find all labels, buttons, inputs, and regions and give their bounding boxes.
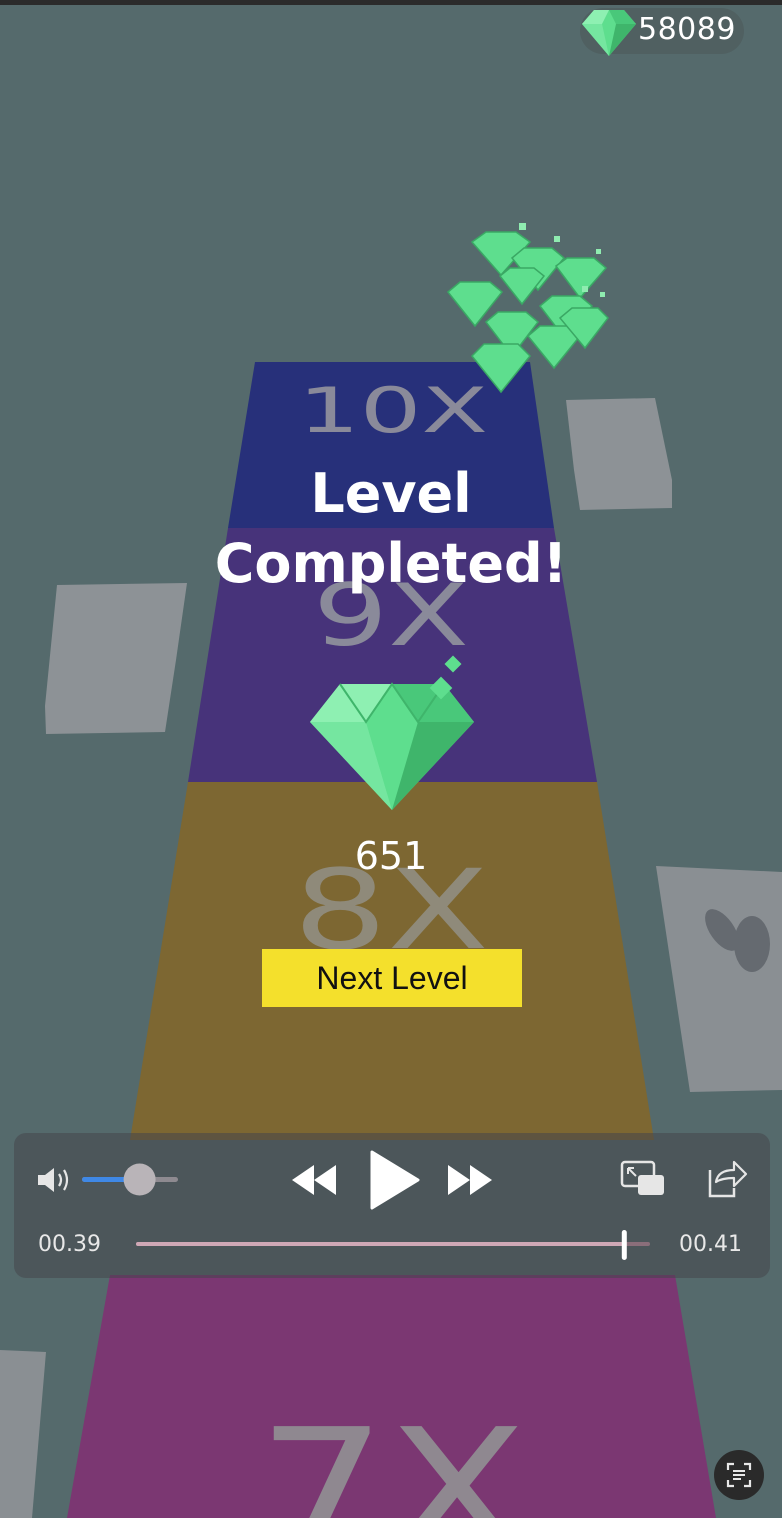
end-time: 00.41 bbox=[679, 1232, 742, 1257]
multiplier-7x: 7X bbox=[257, 1393, 527, 1518]
window-top-edge bbox=[0, 0, 782, 5]
progress-scrubber[interactable] bbox=[134, 1228, 652, 1262]
gem-icon bbox=[582, 10, 636, 56]
share-icon[interactable] bbox=[704, 1158, 748, 1200]
game-scene: 10X 9X 8X 7X bbox=[0, 223, 782, 1518]
live-text-icon bbox=[726, 1462, 752, 1488]
level-completed-title-line1: Level bbox=[310, 462, 472, 525]
multiplier-10x: 10X bbox=[298, 374, 488, 447]
current-time: 00.39 bbox=[38, 1232, 101, 1257]
fast-forward-icon[interactable] bbox=[446, 1163, 494, 1197]
gem-count: 58089 bbox=[638, 12, 736, 47]
progress-fill bbox=[136, 1242, 625, 1246]
volume-slider-knob[interactable] bbox=[123, 1163, 156, 1196]
rewind-icon[interactable] bbox=[290, 1163, 338, 1197]
reward-amount: 651 bbox=[354, 834, 428, 878]
level-completed-title-line2: Completed! bbox=[214, 532, 568, 595]
play-icon[interactable] bbox=[368, 1150, 420, 1210]
side-block bbox=[0, 1350, 46, 1518]
volume-icon[interactable] bbox=[36, 1164, 76, 1196]
progress-playhead[interactable] bbox=[621, 1230, 627, 1260]
volume-slider[interactable] bbox=[82, 1162, 182, 1198]
side-block bbox=[656, 866, 782, 1092]
picture-in-picture-icon[interactable] bbox=[620, 1160, 666, 1198]
live-text-button[interactable] bbox=[714, 1450, 764, 1500]
next-level-button[interactable]: Next Level bbox=[262, 949, 522, 1007]
side-block bbox=[45, 583, 187, 734]
